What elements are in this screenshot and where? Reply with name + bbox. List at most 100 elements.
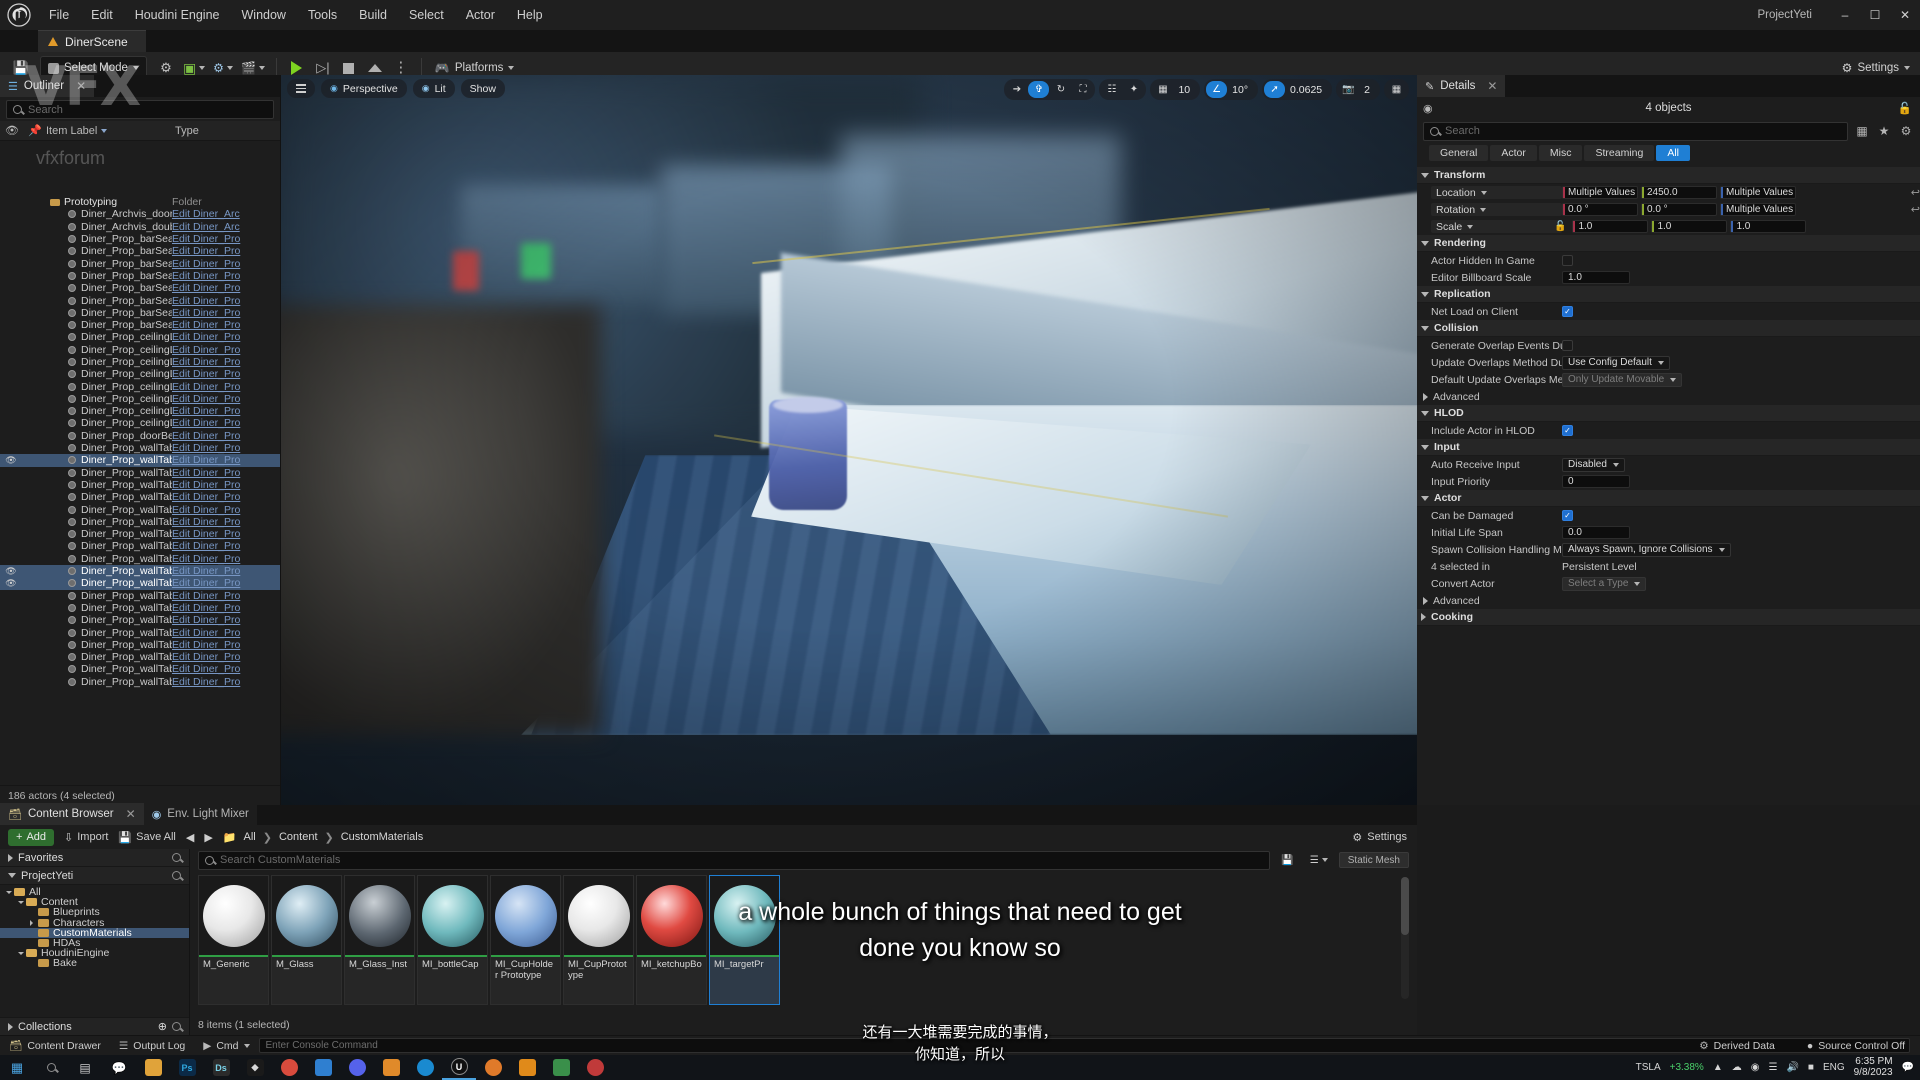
outliner-row-type[interactable]: Edit Diner_Pro <box>172 270 280 282</box>
surface-snap-button[interactable]: ✦ <box>1123 81 1144 98</box>
outliner-row[interactable]: Prototyping Folder <box>0 196 280 208</box>
details-filter-general[interactable]: General <box>1429 145 1489 161</box>
menu-item-file[interactable]: File <box>38 0 80 30</box>
outliner-row-type[interactable]: Edit Diner_Pro <box>172 479 280 491</box>
outliner-row-type[interactable]: Edit Diner_Pro <box>172 491 280 503</box>
outliner-row[interactable]: Diner_Prop_wallTableSeatEdit Diner_Pro <box>0 602 280 614</box>
outliner-row[interactable]: Diner_Prop_wallTableSeatEdit Diner_Pro <box>0 651 280 663</box>
property-checkbox[interactable]: ✓ <box>1562 306 1573 317</box>
close-icon[interactable]: ✕ <box>1487 79 1497 93</box>
level-viewport[interactable]: ◉ Perspective ◉ Lit Show ➔ ✞ ↻ ⛶ ☷ ✦ ▦ 1… <box>281 75 1417 805</box>
outliner-row-type[interactable]: Edit Diner_Pro <box>172 565 280 577</box>
details-filter-misc[interactable]: Misc <box>1538 145 1583 161</box>
transform-y-input[interactable]: 0.0 ° <box>1641 203 1717 216</box>
outliner-row-type[interactable]: Edit Diner_Pro <box>172 430 280 442</box>
outliner-row[interactable]: Diner_Prop_wallTableSeatEdit Diner_Pro <box>0 590 280 602</box>
details-filter-all[interactable]: All <box>1656 145 1690 161</box>
tab-env-light-mixer[interactable]: ◉ Env. Light Mixer <box>143 803 257 825</box>
outliner-row[interactable]: Diner_Prop_wallTable8Edit Diner_Pro <box>0 528 280 540</box>
reset-to-default-icon[interactable]: ↩ <box>1911 203 1920 216</box>
outliner-row[interactable]: Diner_Prop_wallTableSeatEdit Diner_Pro <box>0 663 280 675</box>
outliner-row[interactable]: Diner_Prop_barSeat Edit Diner_Pro <box>0 233 280 245</box>
tab-diner-scene[interactable]: DinerScene <box>38 30 146 52</box>
outliner-row[interactable]: Diner_Prop_wallTable4Edit Diner_Pro <box>0 479 280 491</box>
transform-z-input[interactable]: Multiple Values <box>1720 203 1796 216</box>
outliner-row[interactable]: Diner_Prop_ceilingLamp4Edit Diner_Pro <box>0 368 280 380</box>
outliner-row-type[interactable]: Edit Diner_Pro <box>172 344 280 356</box>
column-type-label[interactable]: Type <box>175 125 280 137</box>
outliner-row-type[interactable]: Edit Diner_Pro <box>172 627 280 639</box>
details-property-row[interactable]: Default Update Overlaps Method Durin... O… <box>1417 371 1920 388</box>
details-property-list[interactable]: Transform Location Multiple Values 2450.0 Mu… <box>1417 167 1920 805</box>
outliner-row[interactable]: Diner_Prop_wallTableSeatEdit Diner_Pro <box>0 676 280 688</box>
toolbar-settings-button[interactable]: ⚙ Settings <box>1842 61 1910 75</box>
outliner-row[interactable]: Diner_Prop_ceilingLamp3Edit Diner_Pro <box>0 356 280 368</box>
outliner-row-type[interactable]: Edit Diner_Pro <box>172 417 280 429</box>
outliner-row-type[interactable]: Edit Diner_Pro <box>172 516 280 528</box>
outliner-row-type[interactable]: Edit Diner_Pro <box>172 405 280 417</box>
details-property-row[interactable]: Update Overlaps Method During Level... Us… <box>1417 354 1920 371</box>
outliner-row-type[interactable]: Edit Diner_Pro <box>172 602 280 614</box>
transform-z-input[interactable]: Multiple Values <box>1720 186 1796 199</box>
import-button[interactable]: ⇩ Import <box>64 831 108 844</box>
transform-y-input[interactable]: 1.0 <box>1651 220 1728 233</box>
outliner-row[interactable]: Diner_Prop_wallTable7Edit Diner_Pro <box>0 516 280 528</box>
menu-item-actor[interactable]: Actor <box>455 0 506 30</box>
camera-speed-icon[interactable]: 📷 <box>1338 81 1359 98</box>
property-checkbox[interactable]: ✓ <box>1562 425 1573 436</box>
outliner-row[interactable]: Diner_Prop_barSeat9Edit Diner_Pro <box>0 319 280 331</box>
lock-icon[interactable]: 🔓 <box>1898 101 1912 115</box>
details-property-row[interactable]: Advanced <box>1417 388 1920 405</box>
visibility-eye-icon[interactable]: 👁 <box>0 578 22 589</box>
outliner-row[interactable]: Diner_Prop_wallTable6Edit Diner_Pro <box>0 503 280 516</box>
save-all-button[interactable]: 💾 Save All <box>118 831 175 844</box>
property-checkbox[interactable] <box>1562 340 1573 351</box>
maximize-button[interactable]: ☐ <box>1860 0 1890 30</box>
property-text-input[interactable]: 0 <box>1562 475 1630 488</box>
outliner-tree[interactable]: Prototyping Folder Diner_Archvis_door Edit … <box>0 196 280 785</box>
outliner-row-type[interactable]: Edit Diner_Arc <box>172 208 280 220</box>
outliner-row-type[interactable]: Edit Diner_Pro <box>172 590 280 602</box>
search-icon[interactable] <box>172 871 181 880</box>
close-icon[interactable]: ✕ <box>76 79 86 93</box>
details-property-row[interactable]: Net Load on Client ✓ <box>1417 303 1920 320</box>
menu-item-build[interactable]: Build <box>348 0 398 30</box>
property-text-input[interactable]: 0.0 <box>1562 526 1630 539</box>
visibility-eye-icon[interactable]: 👁 <box>0 566 22 577</box>
outliner-row-type[interactable]: Edit Diner_Pro <box>172 614 280 626</box>
property-checkbox[interactable] <box>1562 255 1573 266</box>
coordinate-system-button[interactable]: ☷ <box>1101 81 1122 98</box>
asset-type-filter[interactable]: Static Mesh <box>1338 852 1409 868</box>
transform-y-input[interactable]: 2450.0 <box>1641 186 1717 199</box>
outliner-row[interactable]: 👁 Diner_Prop_wallTable2Edit Diner_Pro <box>0 454 280 467</box>
outliner-row-type[interactable]: Edit Diner_Pro <box>172 368 280 380</box>
viewport-layout-button[interactable]: ▦ <box>1386 81 1407 98</box>
column-item-label[interactable]: Item Label <box>46 125 175 137</box>
details-section-transform[interactable]: Transform <box>1417 167 1920 184</box>
scale-tool-button[interactable]: ⛶ <box>1072 81 1093 98</box>
forward-navigation-icon[interactable]: ▶ <box>204 831 212 844</box>
details-property-row[interactable]: Rotation 0.0 ° 0.0 ° Multiple Values ↩ <box>1417 201 1920 218</box>
details-section-cooking[interactable]: Cooking <box>1417 609 1920 626</box>
outliner-row[interactable]: Diner_Prop_barSeat3Edit Diner_Pro <box>0 257 280 270</box>
outliner-row[interactable]: Diner_Prop_ceilingLamp9Edit Diner_Pro <box>0 405 280 417</box>
details-property-row[interactable]: Input Priority 0 <box>1417 473 1920 490</box>
viewport-viewmode-button[interactable]: ◉ Lit <box>412 79 455 98</box>
outliner-row-type[interactable]: Edit Diner_Pro <box>172 651 280 663</box>
property-checkbox[interactable]: ✓ <box>1562 510 1573 521</box>
outliner-row[interactable]: Diner_Prop_wallTable3Edit Diner_Pro <box>0 467 280 479</box>
outliner-row-type[interactable]: Edit Diner_Pro <box>172 676 280 688</box>
save-search-icon[interactable]: 💾 <box>1276 852 1298 868</box>
outliner-row-type[interactable]: Edit Diner_Arc <box>172 221 280 233</box>
details-property-row[interactable]: Can be Damaged ✓ <box>1417 507 1920 524</box>
details-section-replication[interactable]: Replication <box>1417 286 1920 303</box>
close-icon[interactable]: ✕ <box>126 807 136 821</box>
transform-z-input[interactable]: 1.0 <box>1730 220 1807 233</box>
outliner-row-type[interactable]: Edit Diner_Pro <box>172 381 280 393</box>
breadcrumb-custom-materials[interactable]: CustomMaterials <box>341 831 424 843</box>
details-section-input[interactable]: Input <box>1417 439 1920 456</box>
minimize-button[interactable]: – <box>1830 0 1860 30</box>
breadcrumb-content[interactable]: Content <box>279 831 318 843</box>
viewport-show-button[interactable]: Show <box>460 79 505 98</box>
back-navigation-icon[interactable]: ◀ <box>186 831 194 844</box>
